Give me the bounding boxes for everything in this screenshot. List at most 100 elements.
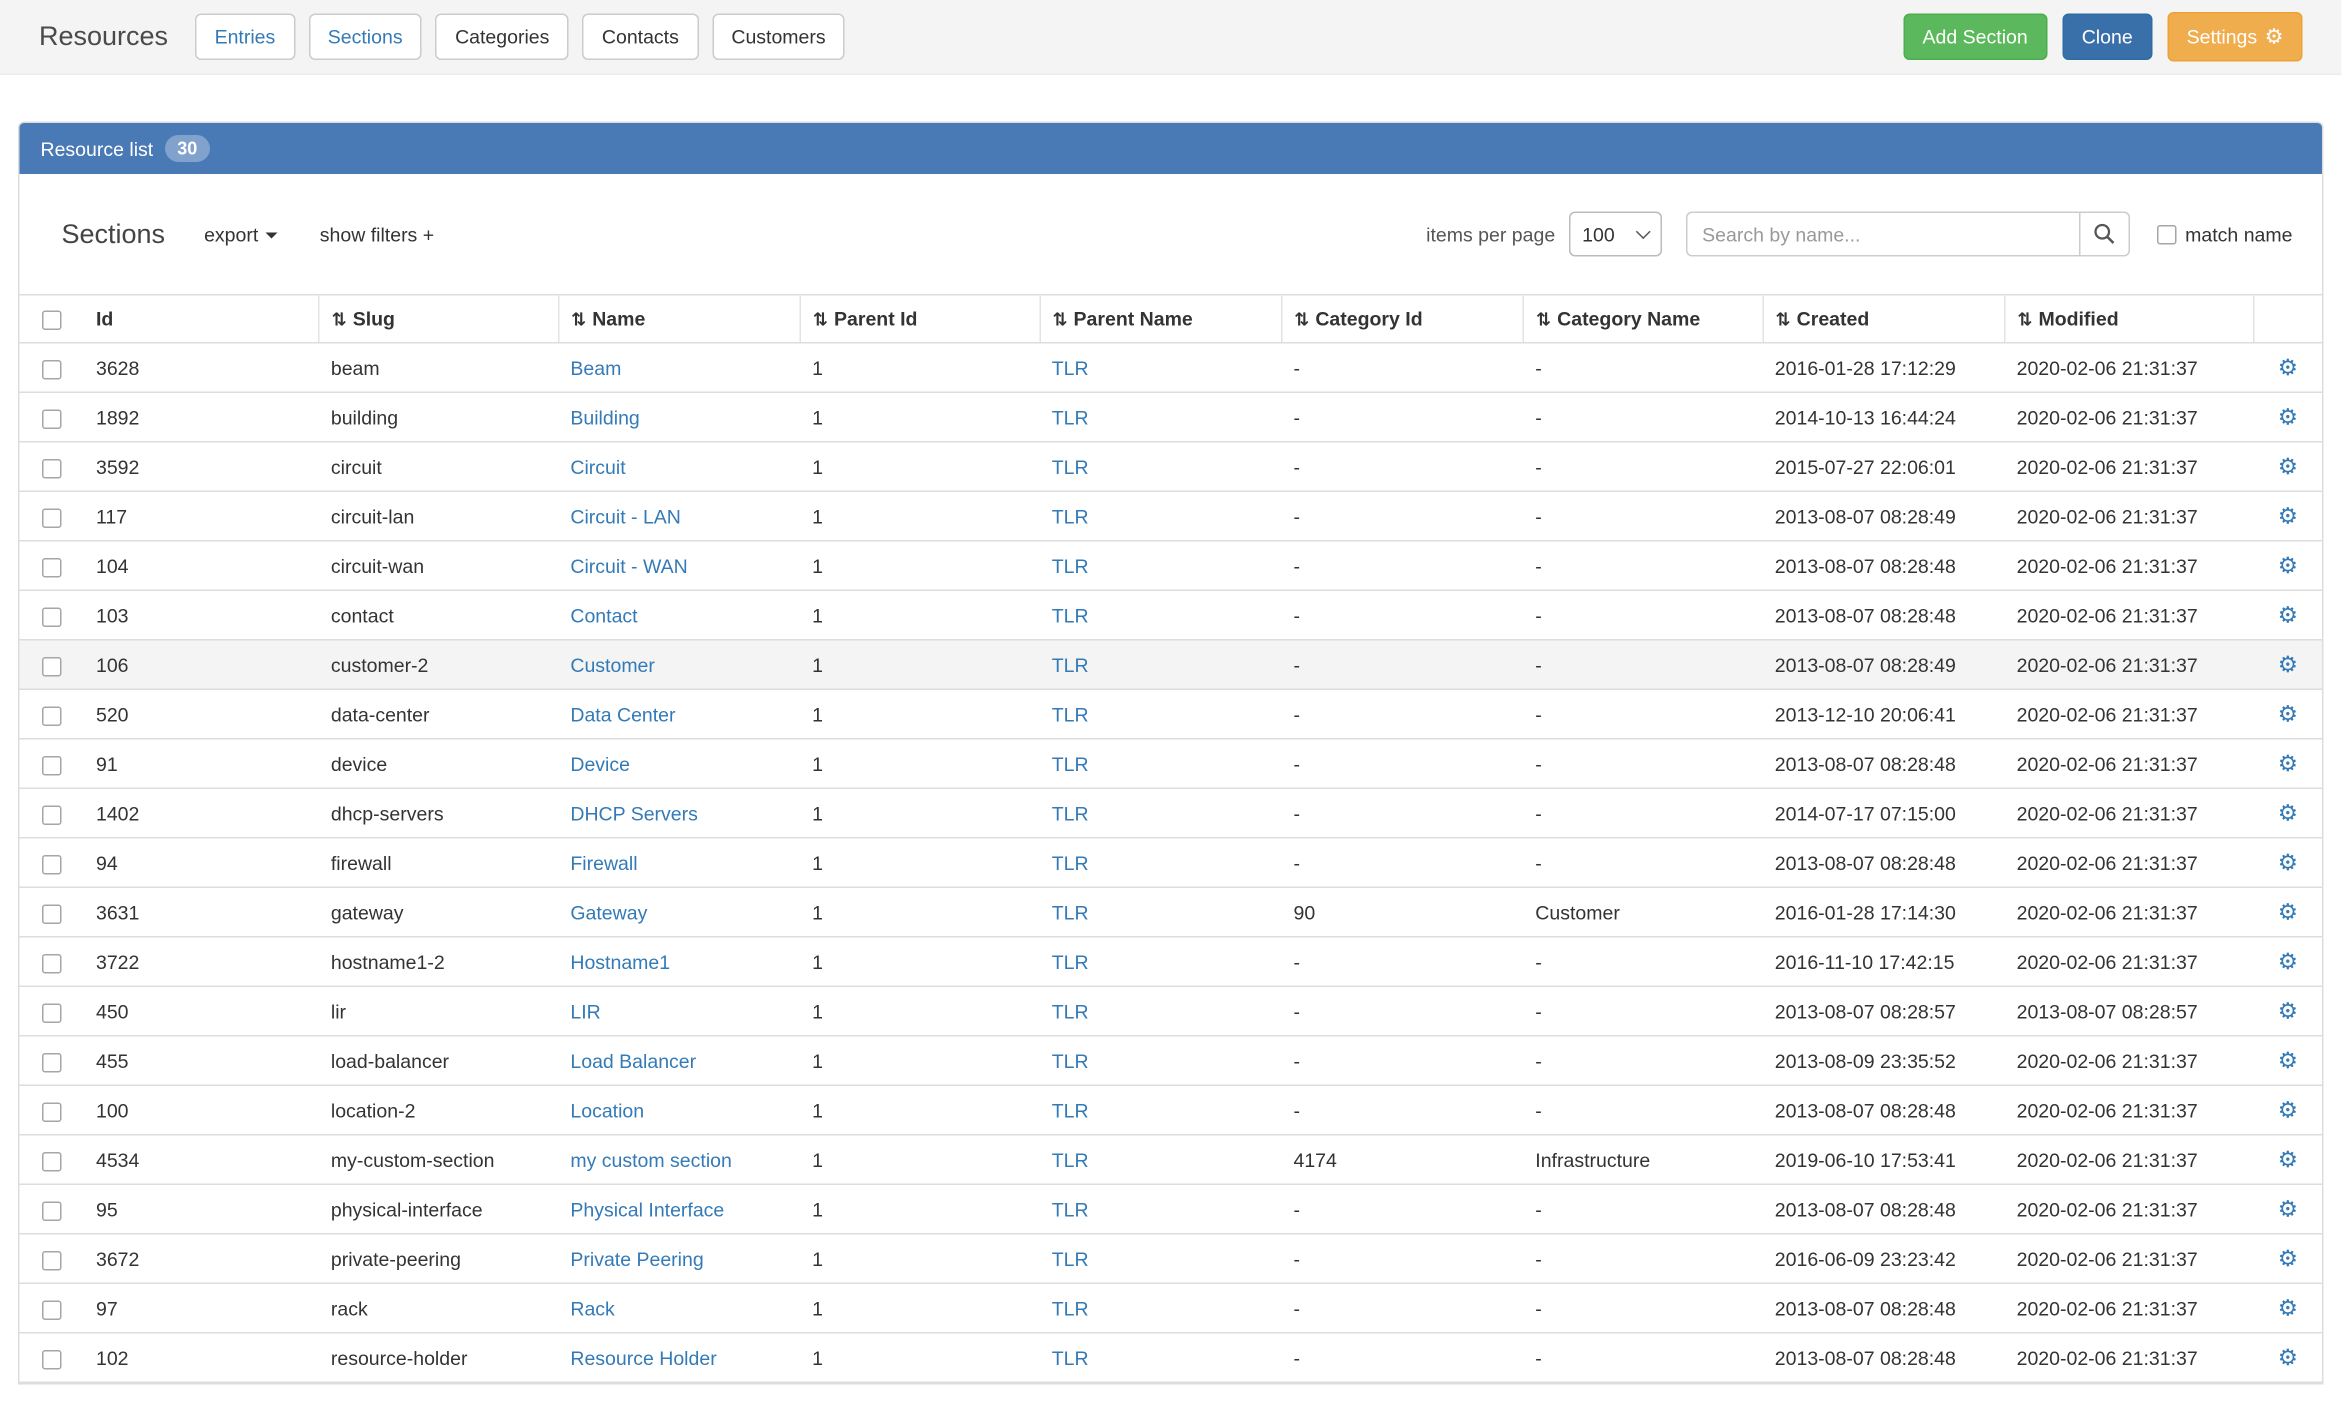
row-checkbox[interactable] bbox=[42, 1052, 62, 1072]
name-link[interactable]: Customer bbox=[570, 653, 655, 676]
parent-name-link[interactable]: TLR bbox=[1052, 1198, 1089, 1221]
match-name-checkbox[interactable] bbox=[2157, 224, 2177, 244]
name-link[interactable]: Hostname1 bbox=[570, 950, 670, 973]
name-link[interactable]: Circuit bbox=[570, 455, 625, 478]
name-link[interactable]: DHCP Servers bbox=[570, 802, 698, 825]
row-checkbox[interactable] bbox=[42, 1003, 62, 1023]
parent-name-link[interactable]: TLR bbox=[1052, 1049, 1089, 1072]
search-button[interactable] bbox=[2079, 212, 2130, 257]
column-header-slug[interactable]: ⇅Slug bbox=[319, 295, 559, 343]
name-link[interactable]: my custom section bbox=[570, 1148, 731, 1171]
column-header-category-name[interactable]: ⇅Category Name bbox=[1523, 295, 1763, 343]
parent-name-link[interactable]: TLR bbox=[1052, 851, 1089, 874]
row-checkbox[interactable] bbox=[42, 607, 62, 627]
parent-name-link[interactable]: TLR bbox=[1052, 1297, 1089, 1320]
column-header-parent-id[interactable]: ⇅Parent Id bbox=[800, 295, 1040, 343]
row-checkbox[interactable] bbox=[42, 557, 62, 577]
row-settings-gear-icon[interactable]: ⚙︎ bbox=[2278, 455, 2298, 481]
nav-button-contacts[interactable]: Contacts bbox=[582, 14, 698, 61]
parent-name-link[interactable]: TLR bbox=[1052, 1099, 1089, 1122]
row-settings-gear-icon[interactable]: ⚙︎ bbox=[2278, 999, 2298, 1025]
row-settings-gear-icon[interactable]: ⚙︎ bbox=[2278, 1197, 2298, 1223]
name-link[interactable]: Location bbox=[570, 1099, 644, 1122]
parent-name-link[interactable]: TLR bbox=[1052, 802, 1089, 825]
name-link[interactable]: Load Balancer bbox=[570, 1049, 696, 1072]
row-settings-gear-icon[interactable]: ⚙︎ bbox=[2278, 356, 2298, 382]
parent-name-link[interactable]: TLR bbox=[1052, 752, 1089, 775]
nav-button-entries[interactable]: Entries bbox=[195, 14, 295, 61]
row-settings-gear-icon[interactable]: ⚙︎ bbox=[2278, 1098, 2298, 1124]
row-checkbox[interactable] bbox=[42, 953, 62, 973]
parent-name-link[interactable]: TLR bbox=[1052, 455, 1089, 478]
row-settings-gear-icon[interactable]: ⚙︎ bbox=[2278, 1296, 2298, 1322]
column-header-id[interactable]: Id bbox=[84, 295, 319, 343]
row-checkbox[interactable] bbox=[42, 409, 62, 429]
nav-button-customers[interactable]: Customers bbox=[712, 14, 845, 61]
search-input[interactable] bbox=[1686, 212, 2079, 257]
show-filters-toggle[interactable]: show filters + bbox=[320, 223, 434, 246]
add-section-button[interactable]: Add Section bbox=[1903, 14, 2047, 61]
column-header-created[interactable]: ⇅Created bbox=[1763, 295, 2005, 343]
row-settings-gear-icon[interactable]: ⚙︎ bbox=[2278, 653, 2298, 679]
select-all-checkbox[interactable] bbox=[42, 311, 62, 331]
row-checkbox[interactable] bbox=[42, 1300, 62, 1320]
row-checkbox[interactable] bbox=[42, 508, 62, 528]
name-link[interactable]: Data Center bbox=[570, 703, 675, 726]
row-checkbox[interactable] bbox=[42, 359, 62, 379]
items-per-page-select[interactable]: 100 bbox=[1569, 212, 1662, 257]
parent-name-link[interactable]: TLR bbox=[1052, 653, 1089, 676]
parent-name-link[interactable]: TLR bbox=[1052, 356, 1089, 379]
parent-name-link[interactable]: TLR bbox=[1052, 703, 1089, 726]
parent-name-link[interactable]: TLR bbox=[1052, 950, 1089, 973]
row-checkbox[interactable] bbox=[42, 755, 62, 775]
row-checkbox[interactable] bbox=[42, 1201, 62, 1221]
name-link[interactable]: Circuit - WAN bbox=[570, 554, 687, 577]
nav-button-sections[interactable]: Sections bbox=[308, 14, 422, 61]
name-link[interactable]: Building bbox=[570, 406, 639, 429]
row-checkbox[interactable] bbox=[42, 656, 62, 676]
name-link[interactable]: Contact bbox=[570, 604, 637, 627]
name-link[interactable]: Resource Holder bbox=[570, 1346, 716, 1369]
parent-name-link[interactable]: TLR bbox=[1052, 1148, 1089, 1171]
column-header-name[interactable]: ⇅Name bbox=[558, 295, 800, 343]
export-dropdown[interactable]: export bbox=[204, 223, 278, 246]
name-link[interactable]: Firewall bbox=[570, 851, 637, 874]
parent-name-link[interactable]: TLR bbox=[1052, 554, 1089, 577]
row-settings-gear-icon[interactable]: ⚙︎ bbox=[2278, 554, 2298, 580]
column-header-parent-name[interactable]: ⇅Parent Name bbox=[1040, 295, 1282, 343]
parent-name-link[interactable]: TLR bbox=[1052, 1346, 1089, 1369]
row-checkbox[interactable] bbox=[42, 1151, 62, 1171]
row-checkbox[interactable] bbox=[42, 706, 62, 726]
name-link[interactable]: Private Peering bbox=[570, 1247, 703, 1270]
parent-name-link[interactable]: TLR bbox=[1052, 1247, 1089, 1270]
row-settings-gear-icon[interactable]: ⚙︎ bbox=[2278, 752, 2298, 778]
row-settings-gear-icon[interactable]: ⚙︎ bbox=[2278, 1049, 2298, 1075]
row-settings-gear-icon[interactable]: ⚙︎ bbox=[2278, 950, 2298, 976]
row-checkbox[interactable] bbox=[42, 854, 62, 874]
settings-button[interactable]: Settings⚙︎ bbox=[2167, 12, 2303, 62]
row-settings-gear-icon[interactable]: ⚙︎ bbox=[2278, 1247, 2298, 1273]
parent-name-link[interactable]: TLR bbox=[1052, 1000, 1089, 1023]
name-link[interactable]: Beam bbox=[570, 356, 621, 379]
clone-button[interactable]: Clone bbox=[2062, 14, 2152, 61]
row-settings-gear-icon[interactable]: ⚙︎ bbox=[2278, 702, 2298, 728]
name-link[interactable]: LIR bbox=[570, 1000, 600, 1023]
nav-button-categories[interactable]: Categories bbox=[436, 14, 569, 61]
column-header-category-id[interactable]: ⇅Category Id bbox=[1281, 295, 1523, 343]
row-settings-gear-icon[interactable]: ⚙︎ bbox=[2278, 851, 2298, 877]
row-settings-gear-icon[interactable]: ⚙︎ bbox=[2278, 405, 2298, 431]
row-checkbox[interactable] bbox=[42, 1102, 62, 1122]
row-settings-gear-icon[interactable]: ⚙︎ bbox=[2278, 1346, 2298, 1372]
row-settings-gear-icon[interactable]: ⚙︎ bbox=[2278, 603, 2298, 629]
parent-name-link[interactable]: TLR bbox=[1052, 901, 1089, 924]
name-link[interactable]: Physical Interface bbox=[570, 1198, 724, 1221]
column-header-modified[interactable]: ⇅Modified bbox=[2005, 295, 2254, 343]
row-checkbox[interactable] bbox=[42, 1250, 62, 1270]
row-settings-gear-icon[interactable]: ⚙︎ bbox=[2278, 504, 2298, 530]
name-link[interactable]: Rack bbox=[570, 1297, 614, 1320]
name-link[interactable]: Circuit - LAN bbox=[570, 505, 681, 528]
row-settings-gear-icon[interactable]: ⚙︎ bbox=[2278, 801, 2298, 827]
parent-name-link[interactable]: TLR bbox=[1052, 604, 1089, 627]
name-link[interactable]: Gateway bbox=[570, 901, 647, 924]
row-checkbox[interactable] bbox=[42, 904, 62, 924]
